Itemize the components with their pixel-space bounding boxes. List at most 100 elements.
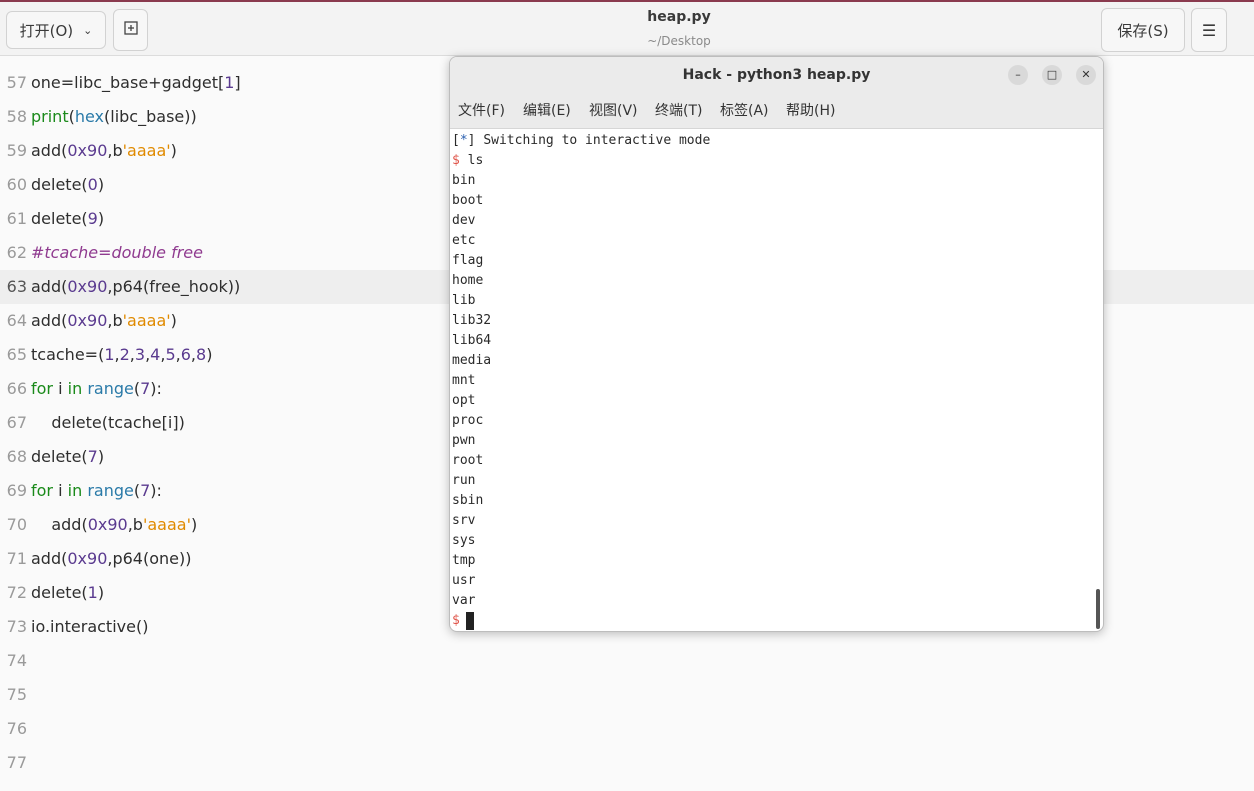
chevron-down-icon: ⌄ (83, 23, 93, 37)
hamburger-icon: ☰ (1201, 20, 1217, 40)
save-button[interactable]: 保存(S) (1101, 8, 1185, 52)
listing-item: root (452, 453, 484, 468)
status-marker: * (459, 133, 468, 148)
prompt-symbol: $ (452, 613, 460, 628)
listing-item: dev (452, 213, 476, 228)
listing-item: lib32 (452, 313, 492, 328)
code-text: delete(1) (31, 583, 105, 602)
main-menu-button[interactable]: ☰ (1191, 8, 1227, 52)
terminal-scrollbar[interactable] (1096, 589, 1100, 629)
listing-item: usr (452, 573, 476, 588)
line-number: 70 (6, 515, 27, 534)
document-path: ~/Desktop (647, 34, 711, 48)
line-number: 77 (6, 753, 27, 772)
menu-file[interactable]: 文件(F) (458, 93, 505, 129)
listing-item: opt (452, 393, 476, 408)
listing-item: sbin (452, 493, 484, 508)
listing-item: etc (452, 233, 476, 248)
line-number: 69 (6, 481, 27, 500)
code-text: one=libc_base+gadget[1] (31, 73, 241, 92)
code-line: 74 (0, 644, 1254, 678)
code-text: delete(9) (31, 209, 105, 228)
command-text: ls (467, 153, 484, 168)
terminal-status-line: [*] Switching to interactive mode (452, 133, 711, 148)
code-text: print(hex(libc_base)) (31, 107, 197, 126)
terminal-titlebar[interactable]: Hack - python3 heap.py (450, 57, 1103, 93)
status-text: Switching to interactive mode (483, 133, 711, 148)
line-number: 76 (6, 719, 27, 738)
terminal-output[interactable]: [*] Switching to interactive mode $ ls b… (452, 131, 1082, 631)
terminal-title: Hack - python3 heap.py (682, 67, 871, 83)
close-icon[interactable]: ✕ (1076, 65, 1096, 85)
code-text: tcache=(1,2,3,4,5,6,8) (31, 345, 213, 364)
line-number: 68 (6, 447, 27, 466)
code-text: delete(tcache[i]) (31, 413, 185, 432)
listing-item: run (452, 473, 476, 488)
listing-item: flag (452, 253, 484, 268)
code-text: for i in range(7): (31, 379, 162, 398)
line-number: 72 (6, 583, 27, 602)
directory-listing: bin boot dev etc flag home lib lib32 lib… (452, 171, 1082, 611)
code-text: for i in range(7): (31, 481, 162, 500)
menu-help[interactable]: 帮助(H) (786, 93, 835, 129)
terminal-input-line[interactable]: $ (452, 611, 1082, 631)
new-tab-button[interactable] (113, 9, 148, 51)
new-tab-icon (123, 21, 138, 39)
document-title: heap.py (647, 9, 711, 25)
open-button-label: 打开(O) (19, 21, 74, 40)
menu-tabs[interactable]: 标签(A) (720, 93, 769, 129)
open-button[interactable]: 打开(O) ⌄ (6, 11, 106, 49)
listing-item: pwn (452, 433, 476, 448)
line-number: 65 (6, 345, 27, 364)
prompt-symbol: $ (452, 153, 460, 168)
code-line: 77 (0, 746, 1254, 780)
line-number: 64 (6, 311, 27, 330)
line-number: 73 (6, 617, 27, 636)
listing-item: tmp (452, 553, 476, 568)
line-number: 59 (6, 141, 27, 160)
listing-item: mnt (452, 373, 476, 388)
line-number: 66 (6, 379, 27, 398)
maximize-icon[interactable]: □ (1042, 65, 1062, 85)
code-text: add(0x90,p64(one)) (31, 549, 192, 568)
line-number: 63 (6, 277, 27, 296)
code-text: delete(7) (31, 447, 105, 466)
line-number: 57 (6, 73, 27, 92)
menu-edit[interactable]: 编辑(E) (523, 93, 571, 129)
listing-item: boot (452, 193, 484, 208)
line-number: 74 (6, 651, 27, 670)
line-number: 60 (6, 175, 27, 194)
listing-item: proc (452, 413, 484, 428)
terminal-command-line: $ ls (452, 151, 1082, 171)
listing-item: var (452, 593, 476, 608)
save-button-label: 保存(S) (1117, 21, 1169, 40)
document-title-block: heap.py ~/Desktop (579, 9, 779, 48)
listing-item: srv (452, 513, 476, 528)
code-text: io.interactive() (31, 617, 149, 636)
listing-item: bin (452, 173, 476, 188)
menu-view[interactable]: 视图(V) (589, 93, 638, 129)
listing-item: lib (452, 293, 476, 308)
code-text: add(0x90,b'aaaa') (31, 141, 177, 160)
code-text: add(0x90,b'aaaa') (31, 311, 177, 330)
line-number: 67 (6, 413, 27, 432)
terminal-menubar: 文件(F) 编辑(E) 视图(V) 终端(T) 标签(A) 帮助(H) (450, 93, 1103, 129)
line-number: 75 (6, 685, 27, 704)
line-number: 58 (6, 107, 27, 126)
listing-item: home (452, 273, 484, 288)
code-text: add(0x90,b'aaaa') (31, 515, 198, 534)
line-number: 61 (6, 209, 27, 228)
code-line: 75 (0, 678, 1254, 712)
listing-item: lib64 (452, 333, 492, 348)
code-text: add(0x90,p64(free_hook)) (31, 277, 241, 296)
line-number: 71 (6, 549, 27, 568)
text-cursor (465, 611, 474, 630)
listing-item: sys (452, 533, 476, 548)
line-number: 62 (6, 243, 27, 262)
terminal-window[interactable]: Hack - python3 heap.py – □ ✕ 文件(F) 编辑(E)… (449, 56, 1104, 632)
menu-terminal[interactable]: 终端(T) (655, 93, 702, 129)
code-line: 76 (0, 712, 1254, 746)
minimize-icon[interactable]: – (1008, 65, 1028, 85)
code-text: delete(0) (31, 175, 105, 194)
editor-header-bar: 打开(O) ⌄ heap.py ~/Desktop 保存(S) ☰ (0, 2, 1254, 56)
